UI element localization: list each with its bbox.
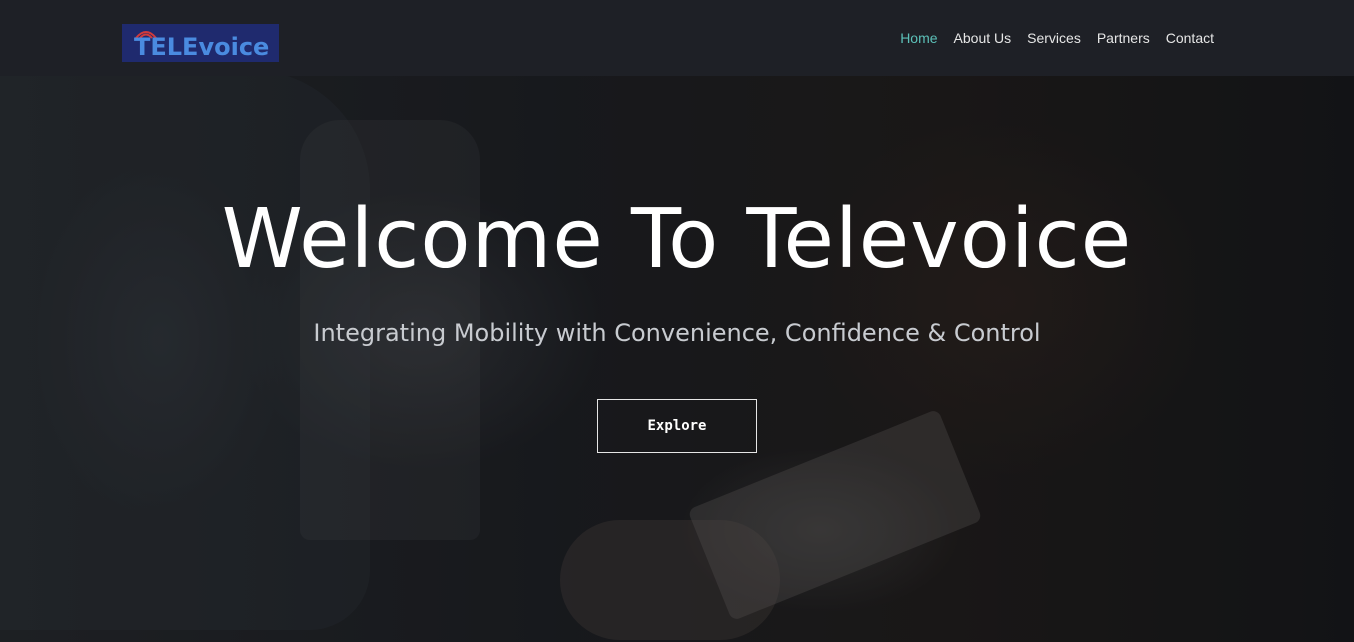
main-nav: Home About Us Services Partners Contact [900,28,1214,48]
televoice-logo[interactable]: TELEvoice [122,24,279,62]
page: TELEvoice Home About Us Services Partner… [0,0,1354,642]
hero-section: Welcome To Televoice Integrating Mobilit… [0,0,1354,642]
hero-title: Welcome To Televoice [221,192,1133,287]
nav-partners-link[interactable]: Partners [1097,28,1150,48]
nav-services-link[interactable]: Services [1027,28,1081,48]
nav-about-link[interactable]: About Us [954,28,1012,48]
nav-home-link[interactable]: Home [900,28,937,48]
hero-subtitle: Integrating Mobility with Convenience, C… [313,319,1041,347]
nav-contact-link[interactable]: Contact [1166,28,1214,48]
site-header: TELEvoice Home About Us Services Partner… [0,0,1354,76]
explore-button[interactable]: Explore [597,399,757,453]
logo-text: TELEvoice [134,33,270,61]
